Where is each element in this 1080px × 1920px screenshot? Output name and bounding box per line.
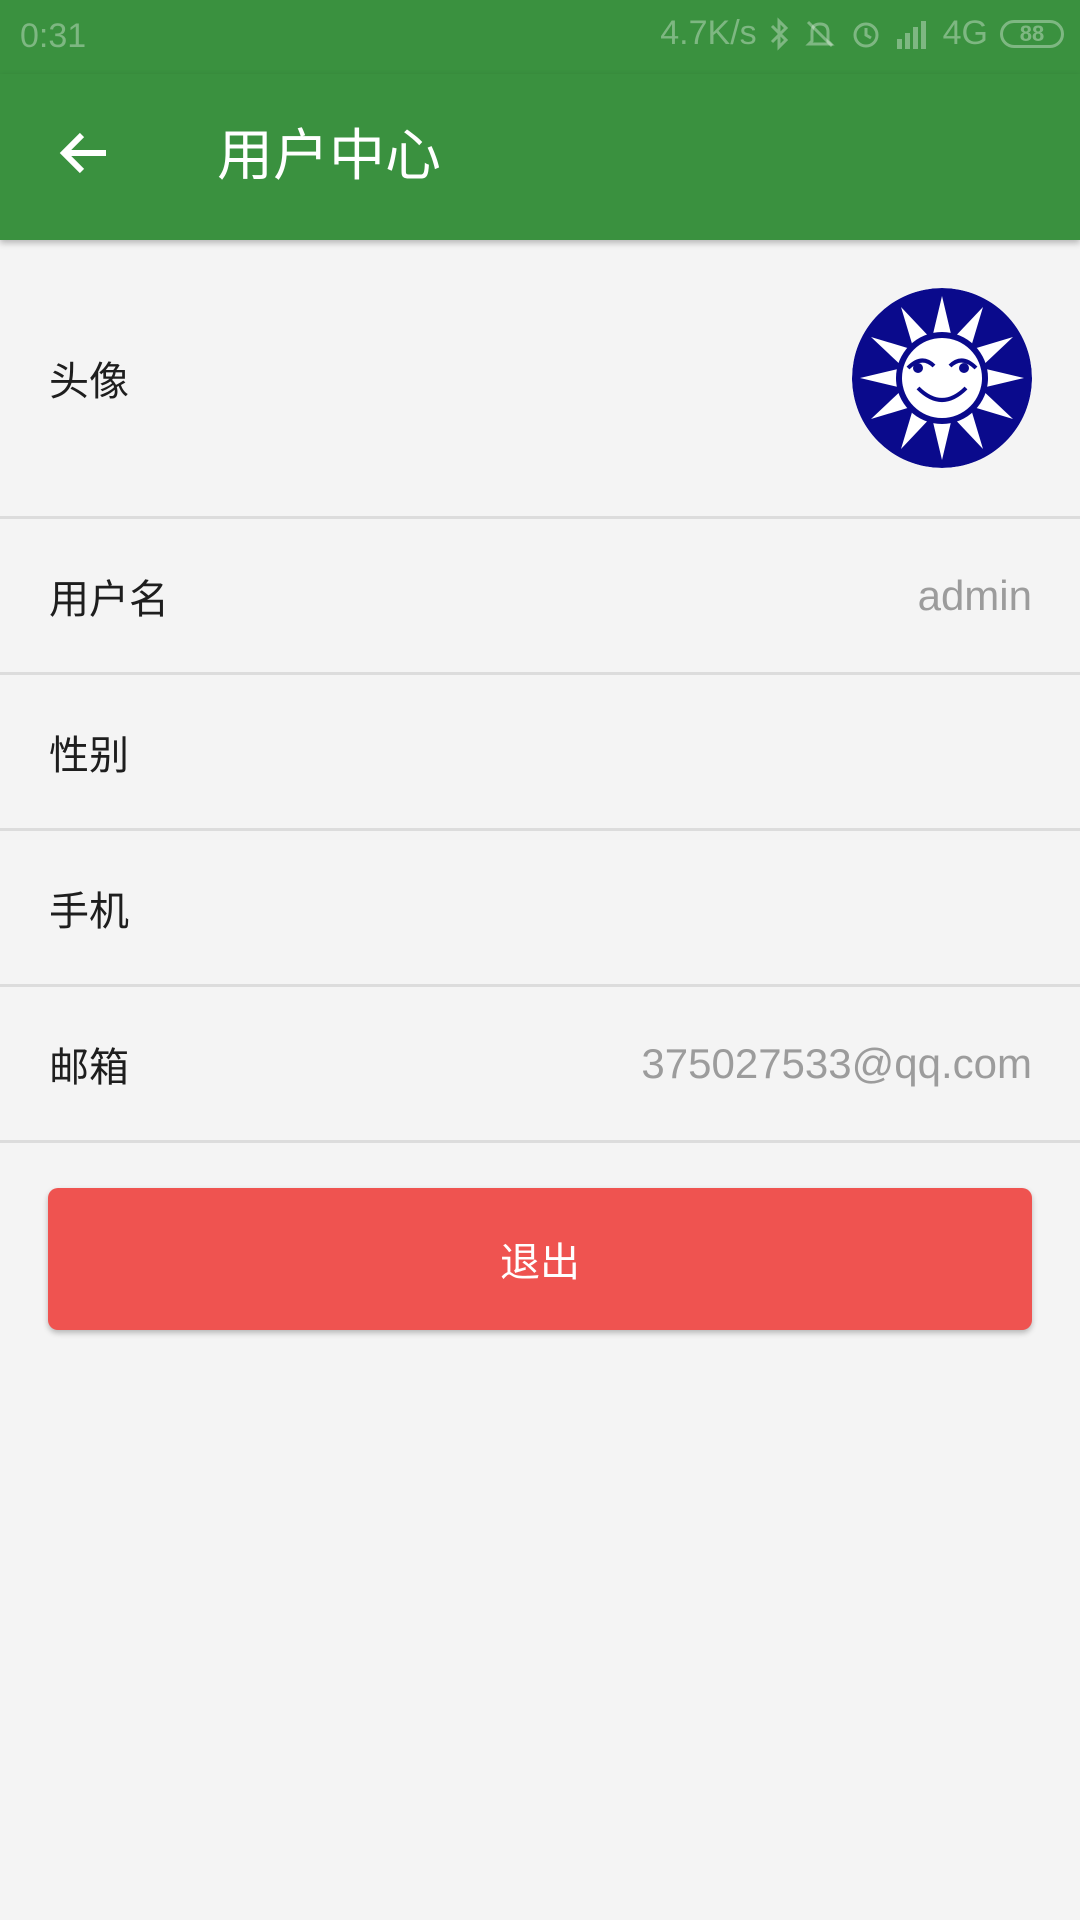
network-type: 4G: [942, 14, 988, 52]
username-value: admin: [917, 571, 1032, 619]
back-button[interactable]: [44, 115, 124, 195]
phone-row[interactable]: 手机: [0, 831, 1080, 987]
avatar[interactable]: [852, 288, 1032, 468]
status-icons: 4.7K/s 4G 88: [660, 14, 1064, 53]
email-value: 375027533@qq.com: [641, 1039, 1032, 1087]
email-row[interactable]: 邮箱 375027533@qq.com: [0, 987, 1080, 1143]
user-info-list: 头像 用户名 admin 性别 手机 邮箱 375027533@qq.com: [0, 240, 1080, 1143]
status-bar: 0:31 4.7K/s 4G 88: [0, 0, 1080, 74]
bluetooth-icon: [769, 16, 791, 51]
email-label: 邮箱: [49, 1044, 129, 1091]
mute-icon: [803, 17, 837, 51]
app-bar: 用户中心: [0, 74, 1080, 240]
username-label: 用户名: [49, 576, 169, 623]
avatar-label: 头像: [49, 359, 129, 405]
signal-icon: [895, 17, 931, 51]
gender-label: 性别: [49, 732, 129, 779]
battery-level: 88: [1019, 20, 1045, 46]
page-title: 用户中心: [217, 124, 441, 189]
net-speed: 4.7K/s: [660, 14, 757, 52]
status-time: 0:31: [20, 17, 87, 55]
battery-icon: 88: [1000, 19, 1064, 48]
arrow-left-icon: [56, 125, 112, 185]
avatar-row[interactable]: 头像: [0, 240, 1080, 519]
alarm-icon: [849, 17, 883, 51]
avatar-sun-face-image: [852, 288, 1032, 468]
logout-button[interactable]: 退出: [48, 1188, 1032, 1330]
gender-row[interactable]: 性别: [0, 675, 1080, 831]
phone-label: 手机: [49, 888, 129, 935]
username-row[interactable]: 用户名 admin: [0, 519, 1080, 675]
